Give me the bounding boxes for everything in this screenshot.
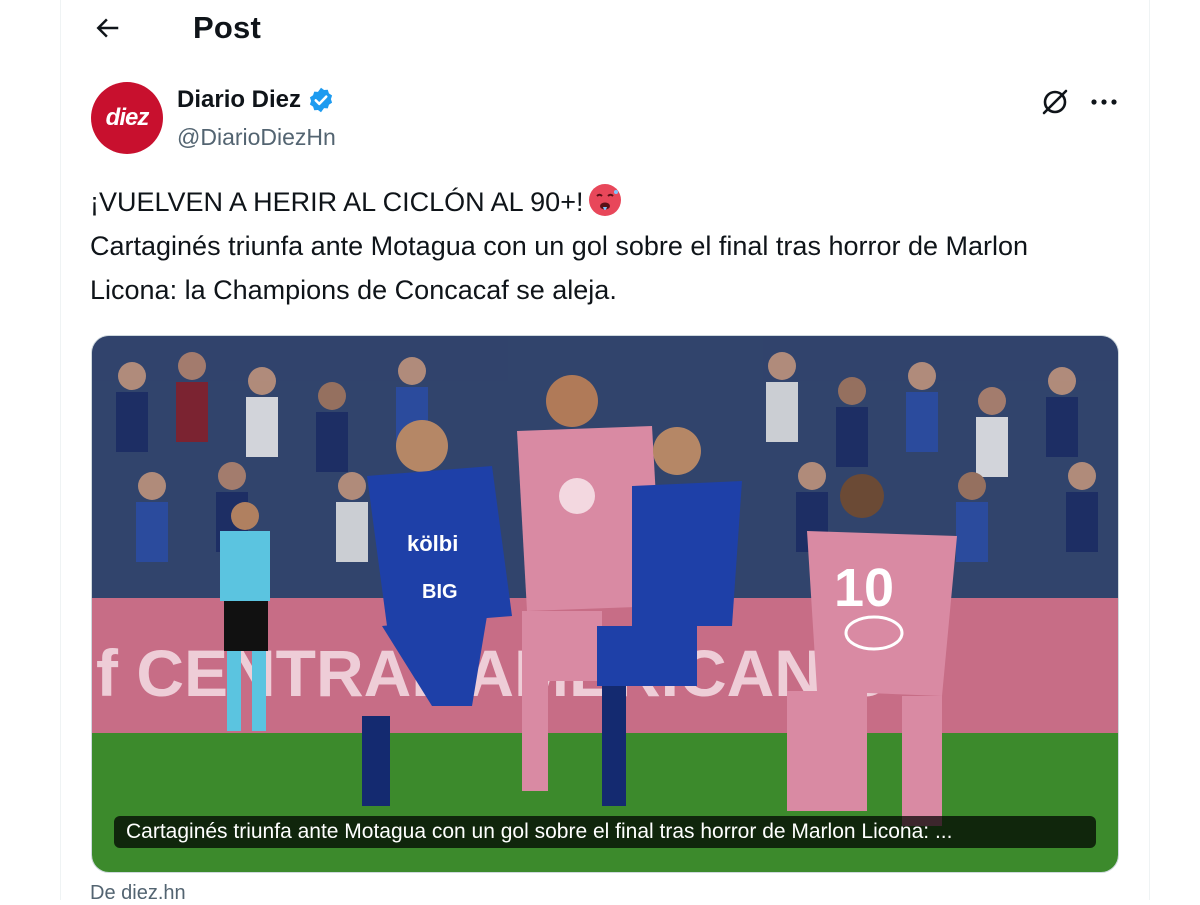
link-card-image[interactable]: f CENTRAL AMERICAN C kölbi BIG 10 Cartag… (91, 335, 1119, 873)
more-button[interactable] (1087, 86, 1121, 118)
svg-text:kölbi: kölbi (407, 531, 458, 556)
card-caption: Cartaginés triunfa ante Motagua con un g… (114, 816, 1096, 848)
author-name[interactable]: Diario Diez (177, 86, 301, 114)
post-headline: ¡VUELVEN A HERIR AL CICLÓN AL 90+! (90, 180, 1100, 224)
grok-button[interactable] (1039, 86, 1071, 118)
svg-text:10: 10 (834, 558, 894, 618)
match-photo: f CENTRAL AMERICAN C kölbi BIG 10 (92, 336, 1118, 872)
svg-text:BIG: BIG (422, 581, 458, 603)
card-source[interactable]: De diez.hn (90, 882, 186, 905)
author-name-row[interactable]: Diario Diez (177, 86, 335, 114)
post-text: ¡VUELVEN A HERIR AL CICLÓN AL 90+! Carta… (90, 180, 1100, 312)
verified-badge-icon (309, 87, 333, 113)
post-headline-text: ¡VUELVEN A HERIR AL CICLÓN AL 90+! (90, 187, 584, 217)
top-bar: Post (61, 0, 1149, 60)
more-icon (1091, 99, 1117, 105)
hot-face-emoji-icon (589, 184, 622, 216)
svg-text:f CENTRAL AMERICAN C: f CENTRAL AMERICAN C (96, 636, 888, 710)
arrow-left-icon (96, 18, 119, 38)
page-title: Post (193, 10, 261, 45)
avatar[interactable]: diez (91, 82, 163, 154)
avatar-logo-text: diez (105, 104, 150, 131)
grok-icon (1042, 89, 1068, 115)
author-handle[interactable]: @DiarioDiezHn (177, 124, 336, 151)
post-column: Post diez Diario Diez @DiarioDiezHn ¡VUE… (60, 0, 1150, 904)
post-body: Cartaginés triunfa ante Motagua con un g… (90, 231, 1029, 305)
back-button[interactable] (87, 8, 127, 48)
